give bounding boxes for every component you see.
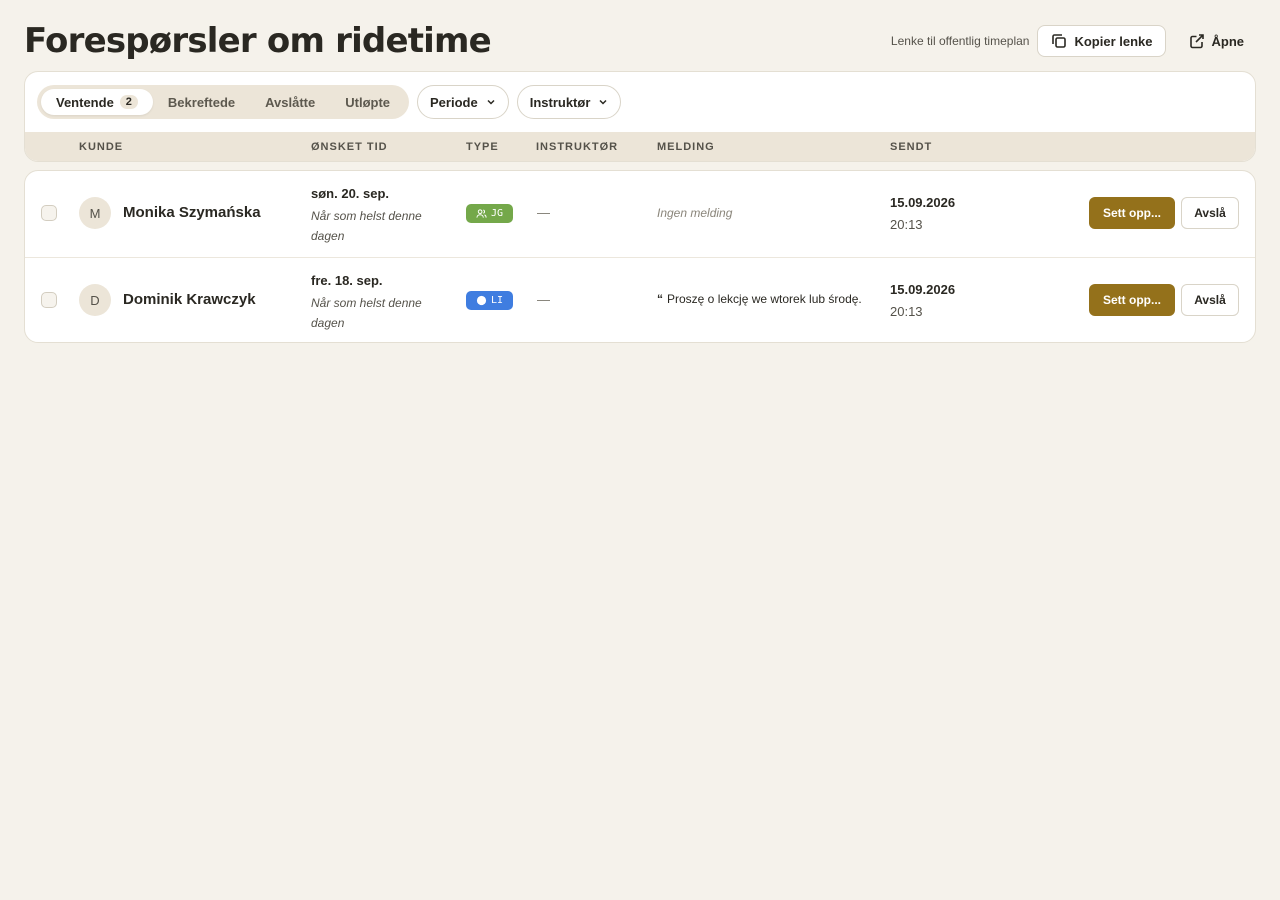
message-text: Ingen melding bbox=[657, 206, 733, 220]
lesson-type-code: LI bbox=[490, 295, 504, 306]
external-link-icon bbox=[1189, 34, 1204, 49]
row-checkbox[interactable] bbox=[41, 205, 57, 221]
sent-date: 15.09.2026 bbox=[890, 282, 956, 297]
message-text: “ Proszę o lekcję we wtorek lub środę. bbox=[657, 292, 862, 306]
public-schedule-caption: Lenke til offentlig timeplan bbox=[890, 34, 1030, 48]
setup-button[interactable]: Sett opp... bbox=[1089, 284, 1175, 316]
lesson-type-badge: LI bbox=[466, 291, 513, 310]
instructor-value: — bbox=[537, 205, 550, 220]
customer-name: Dominik Krawczyk bbox=[123, 291, 256, 308]
table-row: M Monika Szymańska søn. 20. sep. Når som… bbox=[25, 171, 1255, 257]
instructor-dropdown-label: Instruktør bbox=[529, 94, 591, 110]
filter-card: Ventende 2 Bekreftede Avslåtte Utløpte P… bbox=[24, 71, 1256, 162]
avatar: M bbox=[79, 197, 111, 229]
period-dropdown-label: Periode bbox=[430, 94, 478, 110]
message-body: Proszę o lekcję we wtorek lub środę. bbox=[667, 292, 862, 306]
column-header-sent[interactable]: SENDT bbox=[890, 141, 932, 153]
instructor-dropdown[interactable]: Instruktør bbox=[516, 85, 622, 119]
column-header-type[interactable]: TYPE bbox=[466, 141, 499, 153]
page-header: Forespørsler om ridetime Lenke til offen… bbox=[24, 20, 1256, 62]
chevron-down-icon bbox=[599, 99, 607, 105]
table-row: D Dominik Krawczyk fre. 18. sep. Når som… bbox=[25, 257, 1255, 342]
copy-link-button[interactable]: Kopier lenke bbox=[1037, 25, 1166, 57]
tab-confirmed[interactable]: Bekreftede bbox=[153, 89, 250, 115]
chevron-down-icon bbox=[487, 99, 495, 105]
header-actions: Lenke til offentlig timeplan Kopier lenk… bbox=[891, 25, 1256, 57]
users-icon bbox=[476, 209, 487, 218]
column-header-instructor[interactable]: INSTRUKTØR bbox=[536, 141, 618, 153]
decline-button[interactable]: Avslå bbox=[1181, 284, 1239, 316]
page-title: Forespørsler om ridetime bbox=[24, 21, 492, 61]
decline-button[interactable]: Avslå bbox=[1181, 197, 1239, 229]
sent-date: 15.09.2026 bbox=[890, 195, 956, 210]
copy-link-label: Kopier lenke bbox=[1074, 33, 1153, 49]
requested-date: søn. 20. sep. bbox=[311, 186, 390, 201]
tab-expired[interactable]: Utløpte bbox=[330, 89, 405, 115]
period-dropdown[interactable]: Periode bbox=[417, 85, 509, 119]
requested-time-note: Når som helst denne dagen bbox=[311, 209, 422, 243]
tab-pending[interactable]: Ventende 2 bbox=[41, 89, 153, 115]
requests-table: M Monika Szymańska søn. 20. sep. Når som… bbox=[24, 170, 1256, 343]
sent-time: 20:13 bbox=[890, 304, 923, 319]
row-checkbox[interactable] bbox=[41, 292, 57, 308]
open-link-label: Åpne bbox=[1211, 33, 1245, 49]
lesson-type-code: JG bbox=[490, 208, 504, 219]
toolbar: Ventende 2 Bekreftede Avslåtte Utløpte P… bbox=[25, 72, 1255, 132]
avatar: D bbox=[79, 284, 111, 316]
tab-pending-label: Ventende bbox=[56, 94, 114, 110]
sent-time: 20:13 bbox=[890, 217, 923, 232]
user-icon bbox=[476, 295, 487, 306]
instructor-value: — bbox=[537, 292, 550, 307]
tab-declined[interactable]: Avslåtte bbox=[250, 89, 330, 115]
lesson-type-badge: JG bbox=[466, 204, 513, 223]
open-link-button[interactable]: Åpne bbox=[1176, 25, 1257, 57]
requested-time-note: Når som helst denne dagen bbox=[311, 296, 422, 330]
column-header-message[interactable]: MELDING bbox=[657, 141, 715, 153]
column-header-customer[interactable]: KUNDE bbox=[79, 141, 123, 153]
customer-name: Monika Szymańska bbox=[123, 204, 261, 221]
setup-button[interactable]: Sett opp... bbox=[1089, 197, 1175, 229]
status-tabs: Ventende 2 Bekreftede Avslåtte Utløpte bbox=[37, 85, 410, 119]
pending-count-badge: 2 bbox=[119, 95, 138, 109]
copy-icon bbox=[1052, 34, 1067, 48]
quote-icon: “ bbox=[657, 292, 663, 306]
requested-date: fre. 18. sep. bbox=[311, 273, 383, 288]
column-header-wanted-time[interactable]: ØNSKET TID bbox=[311, 141, 388, 153]
table-header: KUNDE ØNSKET TID TYPE INSTRUKTØR MELDING… bbox=[25, 132, 1255, 161]
